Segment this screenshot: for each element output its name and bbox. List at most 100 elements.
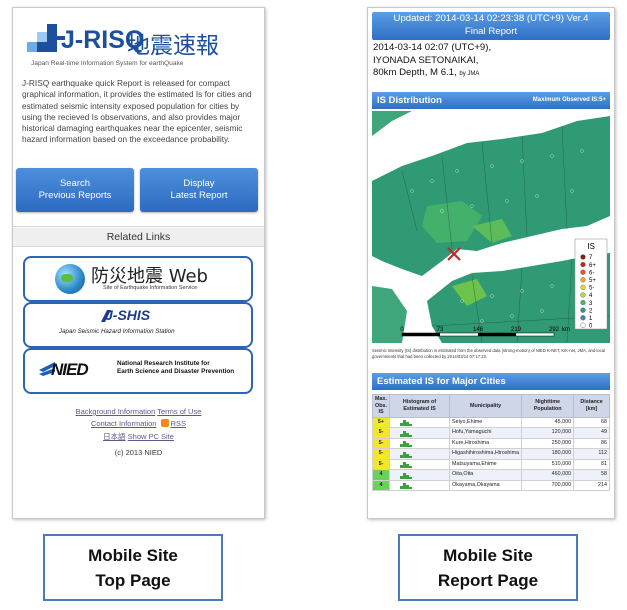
scale-bar-segment [440,333,478,336]
link-nied[interactable]: NIED National Research Institute for Eart… [23,348,253,394]
cell-municipality: Kure,Hiroshima [448,437,523,449]
bousai-subtitle: Site of Earthquake Information Service [103,285,198,291]
rss-link[interactable]: RSS [171,419,186,428]
copyright: (c) 2013 NIED [114,448,163,457]
cell-histogram [389,437,450,449]
table-row[interactable]: 5+ Seiyo,Ehime 45,000 68 [372,416,610,428]
legend-swatch [580,269,586,275]
caption-line: Mobile Site [88,545,178,565]
button-line: Previous Reports [38,190,112,201]
cell-max-obs: 4 [372,469,390,481]
caption-report-page: Mobile Site Report Page [398,534,578,601]
col-population[interactable]: Nighttime Population [521,394,575,418]
report-header: Updated: 2014-03-14 02:23:38 (UTC+9) Ver… [372,12,610,40]
cell-population: 45,000 [521,416,575,428]
histogram-bar [409,476,412,479]
scale-tick-label: 292 [549,327,560,333]
table-row[interactable]: 5- Hofu,Yamaguchi 120,000 49 [372,427,610,439]
cell-max-obs: 5- [372,448,390,460]
caption-line: Top Page [95,570,171,590]
nied-title: NIED [51,360,89,379]
is-distribution-title: IS Distribution [377,95,442,106]
legend-swatch [580,322,586,329]
table-row[interactable]: 4 Okayama,Okayama 700,000 214 [372,479,610,491]
cell-histogram [389,479,450,491]
table-row[interactable]: 5- Matsuyama,Ehime 510,000 81 [372,458,610,470]
cities-header: Estimated IS for Major Cities [372,373,610,390]
scale-tick-label: 219 [511,327,522,333]
footer-row-1: Background Information Terms of Use [13,407,264,416]
cell-municipality: Hofu,Yamaguchi [448,427,523,439]
histogram-bar [409,455,412,458]
cities-title: Estimated IS for Major Cities [377,376,506,387]
terms-of-use-link[interactable]: Terms of Use [157,407,201,416]
jrisq-logo[interactable]: J-RISQ 地震速報 Japan Real-time Information … [27,20,257,70]
cell-municipality: Okayama,Okayama [448,479,523,491]
scale-tick-label: 73 [437,327,444,333]
link-bousai-web[interactable]: 防災地震 Web Site of Earthquake Information … [23,256,253,302]
legend-swatch [580,284,586,291]
mobile-top-page: J-RISQ 地震速報 Japan Real-time Information … [12,7,265,519]
col-municipality[interactable]: Municipality [448,394,523,418]
is-distribution-header: IS Distribution Maximum Observed IS:5+ [372,92,610,109]
updated-line: Updated: 2014-03-14 02:23:38 (UTC+9) Ver… [393,13,589,24]
mobile-report-page: Updated: 2014-03-14 02:23:38 (UTC+9) Ver… [367,7,615,519]
histogram-bar [409,434,412,437]
legend-swatch [580,307,586,313]
table-row[interactable]: 5- Higashihiroshima,Hiroshima 180,000 112 [372,448,610,460]
nied-subtitle-line: National Research Institute for [117,360,210,367]
report-version: Final Report [464,26,518,37]
cell-population: 700,000 [521,479,575,491]
histogram-bar [409,487,412,489]
col-histogram[interactable]: Histogram of Estimated IS [389,394,450,418]
contact-information-link[interactable]: Contact Information [91,419,156,428]
table-row[interactable]: 4 Oita,Oita 460,000 58 [372,469,610,481]
scale-unit: km [562,327,570,333]
legend-swatch [580,300,586,306]
cell-distance: 58 [573,469,610,481]
event-depth: 80km Depth, M 6.1, by JMA [373,67,609,81]
logo-subtitle: Japan Real-time Information System for e… [31,60,184,67]
col-distance[interactable]: Distance [km] [573,394,610,418]
scale-bar [401,332,555,337]
intensity-map[interactable]: IS 76+6-5+5-43210 0 73 146 219 292 km [372,111,610,343]
jshis-subtitle: Japan Seismic Hazard Information Station [59,328,175,335]
max-observed: Maximum Observed IS:5+ [532,97,606,103]
search-previous-reports-button[interactable]: Search Previous Reports [16,168,134,212]
background-information-link[interactable]: Background Information [76,407,156,416]
cell-population: 510,000 [521,458,575,470]
cell-distance: 49 [573,427,610,439]
scale-bar-segment [516,333,554,336]
cell-histogram [389,458,450,470]
legend-label: 6- [589,270,594,276]
logo-japanese: 地震速報 [127,33,219,59]
table-row[interactable]: 5- Kure,Hiroshima 250,000 86 [372,437,610,449]
intro-text: J-RISQ earthquake quick Report is releas… [22,78,252,145]
display-latest-report-button[interactable]: Display Latest Report [140,168,258,212]
globe-icon [55,264,85,294]
legend-swatch [580,254,586,260]
cell-population: 120,000 [521,427,575,439]
legend-label: 5- [589,286,594,292]
link-jshis[interactable]: J-SHIS Japan Seismic Hazard Information … [23,302,253,348]
legend-title: IS [587,242,595,251]
cell-histogram [389,448,450,460]
caption-top-page: Mobile Site Top Page [43,534,223,601]
divider [13,226,264,227]
cell-max-obs: 5- [372,458,390,470]
col-max-obs[interactable]: Max. Obs. IS [372,394,390,418]
footer-row-2: Contact Information RSS [13,419,264,428]
rss-icon[interactable] [160,419,169,427]
japanese-link[interactable]: 日本語 [103,432,126,441]
cell-distance: 68 [573,416,610,428]
cell-distance: 81 [573,458,610,470]
map-note: Seismic Intensity (IS) distribution is e… [372,348,605,359]
cell-municipality: Oita,Oita [448,469,523,481]
cell-distance: 86 [573,437,610,449]
legend-swatch [580,315,586,321]
show-pc-site-link[interactable]: Show PC Site [128,432,174,441]
cell-population: 460,000 [521,469,575,481]
cell-max-obs: 5- [372,437,390,449]
cell-population: 180,000 [521,448,575,460]
event-time: 2014-03-14 02:07 (UTC+9), [373,42,492,53]
